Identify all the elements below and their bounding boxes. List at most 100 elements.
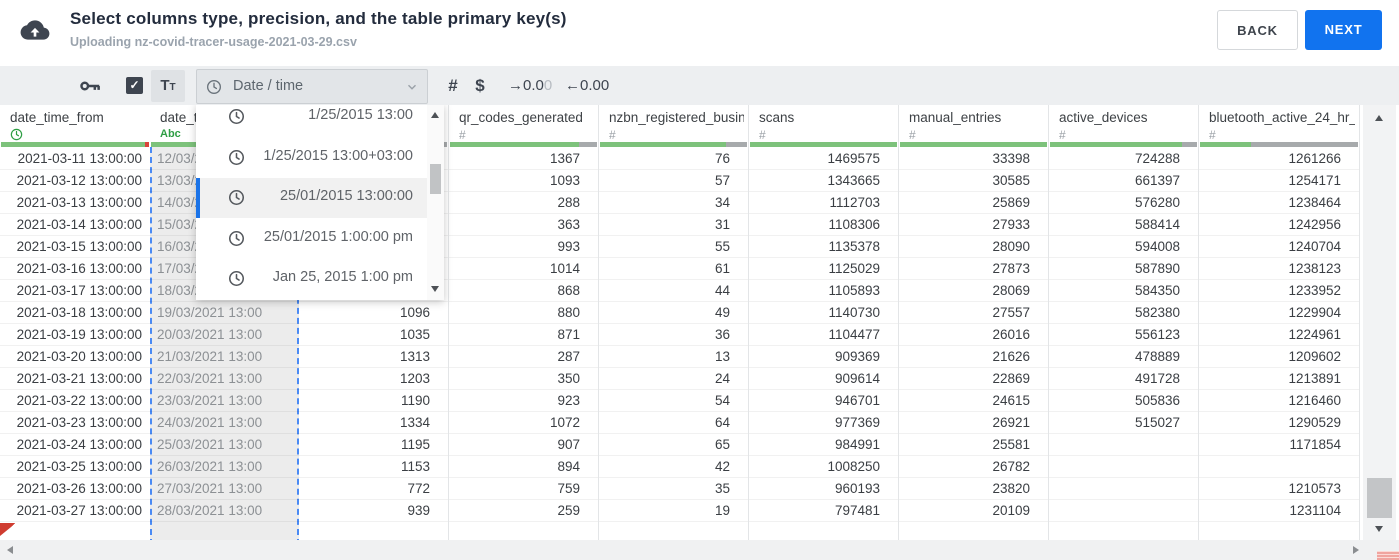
dropdown-scrollbar-thumb[interactable] [430,164,441,194]
table-cell: 939 [299,500,448,522]
clock-icon [228,270,245,292]
column-type-toolbar: ✓ TT Date / time # $ →0.00 ←0.00 [0,66,1399,105]
scroll-left-arrow-icon[interactable] [7,546,13,554]
table-cell: 1093 [449,170,598,192]
table-cell: 21/03/2021 13:00 [150,346,299,368]
column-header-nzbn_registered_busine[interactable]: nzbn_registered_busine [609,110,744,127]
table-cell: 1238464 [1199,192,1359,214]
currency-type-icon[interactable]: $ [470,66,490,105]
table-cell: 19/03/2021 13:00 [150,302,299,324]
integer-type-icon[interactable]: # [443,66,463,105]
vertical-scrollbar[interactable] [1363,105,1396,540]
table-cell: 556123 [1049,324,1198,346]
datetime-type-select[interactable]: Date / time [196,69,428,104]
table-cell [1049,434,1198,456]
column-quality-bar [450,142,597,147]
table-cell: 1014 [449,258,598,280]
table-cell: 25/03/2021 13:00 [150,434,299,456]
format-option[interactable]: Jan 25, 2015 1:00 pm [196,259,427,299]
table-cell: 1072 [449,412,598,434]
date-format-dropdown-panel: 1/25/2015 13:00 1/25/2015 13:00+03:00 25/0… [196,104,444,300]
table-cell: 24 [599,368,748,390]
quality-bar-gray-segment [726,142,747,147]
column-header-bluetooth_active_24_hr_[interactable]: bluetooth_active_24_hr_ [1209,110,1355,127]
next-button[interactable]: NEXT [1305,10,1382,50]
column-header-active_devices[interactable]: active_devices [1059,110,1194,127]
table-cell: 1229904 [1199,302,1359,324]
increase-precision-button[interactable]: →0.00 [508,66,552,105]
format-option[interactable]: 1/25/2015 13:00 [196,104,427,137]
table-cell: 24615 [899,390,1048,412]
clock-icon [228,230,245,252]
format-option[interactable]: 25/01/2015 1:00:00 pm [196,219,427,259]
quality-bar-green-segment [1050,142,1183,147]
scroll-right-arrow-icon[interactable] [1353,546,1359,554]
table-cell: 27/03/2021 13:00 [150,478,299,500]
table-cell: 1153 [299,456,448,478]
datetime-select-value: Date / time [233,78,304,94]
horizontal-scrollbar[interactable] [0,540,1399,560]
back-button[interactable]: BACK [1217,10,1298,50]
table-cell: 2021-03-23 13:00:00 [0,412,150,434]
table-cell: 1213891 [1199,368,1359,390]
column-header-manual_entries[interactable]: manual_entries [909,110,1044,127]
table-cell: 907 [449,434,598,456]
table-cell: 478889 [1049,346,1198,368]
table-cell: 1334 [299,412,448,434]
table-cell: 1112703 [749,192,898,214]
table-cell: 34 [599,192,748,214]
table-cell: 27933 [899,214,1048,236]
table-cell: 54 [599,390,748,412]
table-cell: 28069 [899,280,1048,302]
table-cell: 25869 [899,192,1048,214]
table-cell: 1210573 [1199,478,1359,500]
table-cell: 44 [599,280,748,302]
horizontal-scrollbar-thumb[interactable] [1377,551,1399,560]
arrow-right-icon: → [508,77,523,94]
dropdown-scroll-up-icon[interactable] [431,112,439,118]
vertical-scrollbar-thumb[interactable] [1367,478,1392,518]
table-cell: 1313 [299,346,448,368]
dropdown-scrollbar[interactable] [427,104,444,300]
column-header-scans[interactable]: scans [759,110,894,127]
table-cell: 505836 [1049,390,1198,412]
column-header-qr_codes_generated[interactable]: qr_codes_generated [459,110,594,127]
quality-bar-gray-segment [579,142,597,147]
table-cell: 2021-03-20 13:00:00 [0,346,150,368]
format-option[interactable]: 1/25/2015 13:00+03:00 [196,138,427,178]
table-cell: 2021-03-17 13:00:00 [0,280,150,302]
quality-bar-green-segment [1,142,145,147]
text-type-button[interactable]: TT [151,70,185,102]
table-cell: 13 [599,346,748,368]
table-cell: 1242956 [1199,214,1359,236]
table-cell: 55 [599,236,748,258]
table-cell: 491728 [1049,368,1198,390]
column-scans: scans #1469575 1343665 1112703 1108306 113537… [748,105,898,540]
table-cell: 1261266 [1199,148,1359,170]
boolean-type-checkbox[interactable]: ✓ [126,77,143,94]
table-cell: 1240704 [1199,236,1359,258]
format-option-label: 1/25/2015 13:00 [308,107,413,123]
scroll-down-arrow-icon[interactable] [1375,526,1383,532]
table-cell: 2021-03-15 13:00:00 [0,236,150,258]
table-cell: 1104477 [749,324,898,346]
table-cell: 871 [449,324,598,346]
table-cell: 1238123 [1199,258,1359,280]
table-cell: 894 [449,456,598,478]
primary-key-icon[interactable] [78,66,102,105]
clock-icon [228,149,245,171]
scroll-up-arrow-icon[interactable] [1375,115,1383,121]
column-header-date_time_from[interactable]: date_time_from [10,110,146,127]
format-option[interactable]: 25/01/2015 13:00:00 [196,178,427,219]
table-cell: 76 [599,148,748,170]
decrease-precision-button[interactable]: ←0.00 [565,66,609,105]
table-cell: 1254171 [1199,170,1359,192]
table-cell: 288 [449,192,598,214]
table-cell: 36 [599,324,748,346]
table-cell: 576280 [1049,192,1198,214]
cloud-upload-icon [20,18,50,47]
clock-icon [228,108,245,130]
dropdown-scroll-down-icon[interactable] [431,286,439,292]
table-cell: 2021-03-18 13:00:00 [0,302,150,324]
table-cell: 1108306 [749,214,898,236]
